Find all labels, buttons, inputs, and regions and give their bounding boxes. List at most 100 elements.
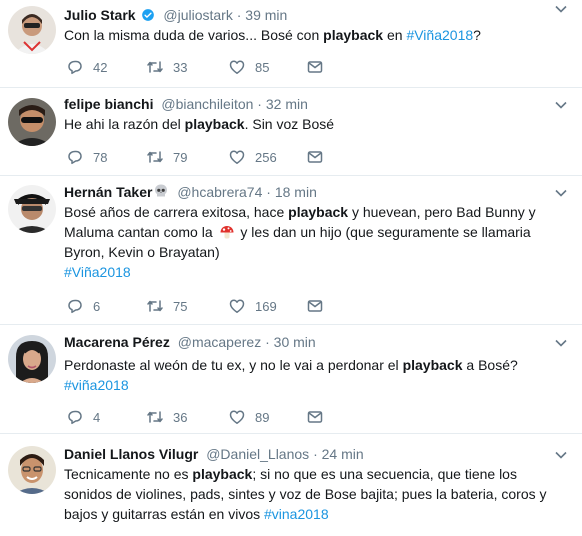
separator-dot: · <box>313 446 318 462</box>
retweet-button[interactable]: 36 <box>146 408 187 426</box>
like-count: 85 <box>255 59 270 75</box>
direct-message-button[interactable] <box>306 58 324 76</box>
avatar[interactable] <box>8 185 56 233</box>
separator-dot: · <box>265 334 270 350</box>
direct-message-button[interactable] <box>306 148 324 166</box>
tweet-header: Macarena Pérez @macaperez · 30 min <box>64 333 316 351</box>
avatar[interactable] <box>8 98 56 146</box>
tweet-text-segment: Bosé años de carrera exitosa, hace <box>64 204 289 220</box>
reply-icon <box>68 299 82 314</box>
retweet-icon <box>147 151 163 163</box>
chevron-down-icon[interactable] <box>554 448 568 462</box>
reply-button[interactable]: 42 <box>66 58 107 76</box>
like-button[interactable]: 169 <box>228 297 277 315</box>
keyword-highlight: playback <box>192 466 253 482</box>
tweet-text: Perdonaste al weón de tu ex, y no le vai… <box>64 355 568 395</box>
retweet-count: 79 <box>173 149 188 165</box>
tweet[interactable]: Julio Stark @juliostark · 39 min Con la … <box>0 0 582 88</box>
chevron-down-icon[interactable] <box>554 336 568 350</box>
timestamp[interactable]: 30 min <box>274 334 316 350</box>
author-handle[interactable]: @hcabrera74 <box>177 184 262 200</box>
author-handle[interactable]: @Daniel_Llanos <box>206 446 309 462</box>
like-button[interactable]: 89 <box>228 408 269 426</box>
tweet-feed: Julio Stark @juliostark · 39 min Con la … <box>0 0 582 536</box>
direct-message-icon <box>307 300 323 312</box>
timestamp[interactable]: 39 min <box>245 7 287 23</box>
retweet-icon <box>147 300 163 312</box>
tweet-text: Con la misma duda de varios... Bosé con … <box>64 25 568 45</box>
reply-button[interactable]: 78 <box>66 148 107 166</box>
like-icon <box>229 150 245 164</box>
like-count: 256 <box>255 149 277 165</box>
reply-button[interactable]: 4 <box>66 408 100 426</box>
author-handle[interactable]: @macaperez <box>178 334 261 350</box>
tweet[interactable]: Daniel Llanos Vilugr @Daniel_Llanos · 24… <box>0 434 582 536</box>
reply-icon <box>68 410 82 425</box>
author-handle[interactable]: @juliostark <box>163 7 232 23</box>
like-count: 89 <box>255 409 270 425</box>
chevron-down-icon[interactable] <box>554 2 568 16</box>
tweet-header: Hernán Taker @hcabrera74 · 18 min <box>64 183 317 201</box>
hashtag-link[interactable]: #vina2018 <box>264 506 329 522</box>
direct-message-button[interactable] <box>306 297 324 315</box>
direct-message-button[interactable] <box>306 408 324 426</box>
direct-message-icon <box>307 151 323 163</box>
reply-count: 42 <box>93 59 108 75</box>
like-button[interactable]: 85 <box>228 58 269 76</box>
tweet-text-segment: He ahi la razón del <box>64 116 185 132</box>
tweet-text-segment: en <box>383 27 407 43</box>
hashtag-link[interactable]: #Viña2018 <box>406 27 473 43</box>
retweet-count: 75 <box>173 298 188 314</box>
retweet-button[interactable]: 75 <box>146 297 187 315</box>
author-name[interactable]: Hernán Taker <box>64 184 152 200</box>
avatar[interactable] <box>8 446 56 494</box>
timestamp[interactable]: 32 min <box>266 96 308 112</box>
reply-count: 6 <box>93 298 101 314</box>
keyword-highlight: playback <box>184 116 245 132</box>
retweet-button[interactable]: 33 <box>146 58 187 76</box>
author-handle[interactable]: @bianchileiton <box>161 96 253 112</box>
direct-message-icon <box>307 61 323 73</box>
author-name[interactable]: felipe bianchi <box>64 96 153 112</box>
tweet-header: felipe bianchi @bianchileiton · 32 min <box>64 95 308 113</box>
timestamp[interactable]: 18 min <box>275 184 317 200</box>
keyword-highlight: playback <box>288 204 349 220</box>
tweet-text-segment: . Sin voz Bosé <box>244 116 335 132</box>
timestamp[interactable]: 24 min <box>322 446 364 462</box>
avatar[interactable] <box>8 335 56 383</box>
like-button[interactable]: 256 <box>228 148 277 166</box>
avatar[interactable] <box>8 6 56 54</box>
author-name[interactable]: Julio Stark <box>64 7 136 23</box>
reply-count: 78 <box>93 149 108 165</box>
reply-icon <box>68 60 82 75</box>
tweet[interactable]: felipe bianchi @bianchileiton · 32 min H… <box>0 88 582 176</box>
separator-dot: · <box>257 96 262 112</box>
tweet-text-segment: a Bosé? <box>462 357 518 373</box>
like-icon <box>229 299 245 313</box>
tweet-text: He ahi la razón del playback. Sin voz Bo… <box>64 114 568 134</box>
retweet-icon <box>147 61 163 73</box>
like-count: 169 <box>255 298 277 314</box>
chevron-down-icon[interactable] <box>554 186 568 200</box>
tweet-text: Tecnicamente no es playback; si no que e… <box>64 464 568 524</box>
author-name[interactable]: Daniel Llanos Vilugr <box>64 446 198 462</box>
keyword-highlight: playback <box>323 27 384 43</box>
retweet-count: 33 <box>173 59 188 75</box>
tweet-header: Daniel Llanos Vilugr @Daniel_Llanos · 24… <box>64 445 364 463</box>
author-name[interactable]: Macarena Pérez <box>64 334 170 350</box>
separator-dot: · <box>236 7 242 23</box>
tweet[interactable]: Hernán Taker @hcabrera74 · 18 min Bosé a… <box>0 176 582 325</box>
reply-button[interactable]: 6 <box>66 297 100 315</box>
tweet-text: Bosé años de carrera exitosa, hace playb… <box>64 202 568 282</box>
verified-badge-icon <box>142 9 155 21</box>
like-icon <box>229 60 245 74</box>
retweet-count: 36 <box>173 409 188 425</box>
tweet-header: Julio Stark @juliostark · 39 min <box>64 6 287 24</box>
reply-icon <box>68 150 82 165</box>
hashtag-link[interactable]: #Viña2018 <box>64 264 131 280</box>
tweet-text-segment: Tecnicamente no es <box>64 466 193 482</box>
tweet[interactable]: Macarena Pérez @macaperez · 30 min Perdo… <box>0 325 582 434</box>
chevron-down-icon[interactable] <box>554 98 568 112</box>
retweet-button[interactable]: 79 <box>146 148 187 166</box>
hashtag-link[interactable]: #viña2018 <box>64 377 129 393</box>
